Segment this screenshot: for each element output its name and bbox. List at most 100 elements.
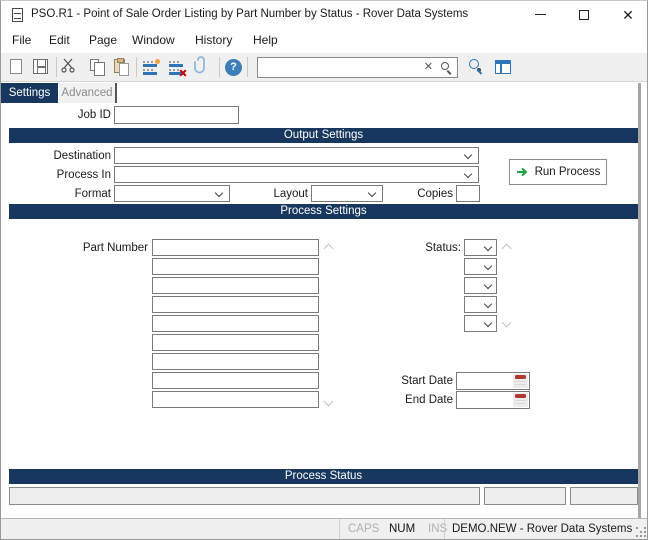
calendar-icon[interactable] [513, 374, 528, 388]
paste-button[interactable] [109, 56, 133, 79]
menu-edit[interactable]: Edit [49, 33, 70, 47]
chevron-down-icon [484, 281, 492, 289]
status-label: Status: [381, 242, 461, 254]
help-icon: ? [225, 59, 242, 76]
process-in-select[interactable] [114, 166, 479, 183]
status-bar: CAPS NUM INS DEMO.NEW - Rover Data Syste… [1, 518, 648, 540]
tab-settings[interactable]: Settings [1, 83, 58, 103]
part-number-input[interactable] [152, 353, 319, 370]
format-select[interactable] [114, 185, 230, 202]
window-layout-icon [495, 60, 511, 74]
chevron-down-icon [215, 189, 223, 197]
status-select[interactable] [464, 277, 497, 294]
layout-label: Layout [231, 188, 308, 200]
part-number-label: Part Number [1, 242, 148, 254]
part-number-input[interactable] [152, 277, 319, 294]
part-number-input[interactable] [152, 258, 319, 275]
window-layout-button[interactable] [491, 56, 515, 79]
start-date-field[interactable] [456, 372, 530, 390]
copy-button[interactable] [85, 56, 109, 79]
delete-row-button[interactable] [166, 56, 190, 79]
calendar-icon[interactable] [513, 393, 528, 407]
scroll-down-icon[interactable] [502, 318, 512, 328]
process-status-box-3 [570, 487, 638, 505]
chevron-down-icon [484, 300, 492, 308]
new-document-button[interactable] [5, 56, 29, 79]
menu-history[interactable]: History [195, 33, 232, 47]
tab-strip: Settings Advanced [1, 83, 648, 103]
chevron-down-icon [484, 262, 492, 270]
scroll-up-icon[interactable] [502, 244, 512, 254]
paste-icon [114, 59, 125, 73]
search-input[interactable] [260, 59, 420, 76]
right-edge-strip [638, 83, 641, 518]
process-status-header: Process Status [9, 469, 638, 484]
attach-button[interactable] [192, 56, 216, 79]
destination-select[interactable] [114, 147, 479, 164]
part-number-input[interactable] [152, 296, 319, 313]
process-in-label: Process In [1, 169, 111, 181]
menu-page[interactable]: Page [89, 33, 117, 47]
resize-grip[interactable] [636, 527, 646, 537]
layout-select[interactable] [311, 185, 383, 202]
process-settings-header: Process Settings [9, 204, 638, 219]
part-number-input[interactable] [152, 239, 319, 256]
minimize-icon [535, 14, 546, 15]
menu-file[interactable]: File [12, 33, 31, 47]
chevron-down-icon [368, 189, 376, 197]
toolbar-separator [56, 57, 57, 77]
copies-label: Copies [386, 188, 453, 200]
part-number-input[interactable] [152, 334, 319, 351]
status-scrollbar[interactable] [500, 239, 513, 332]
toolbar-separator [247, 57, 248, 77]
advanced-search-button[interactable] [465, 56, 489, 79]
tab-advanced[interactable]: Advanced [59, 83, 117, 103]
search-magnifier-icon[interactable] [441, 62, 449, 70]
job-id-input[interactable] [114, 106, 239, 124]
status-select[interactable] [464, 315, 497, 332]
insert-row-icon [143, 60, 160, 75]
session-label: DEMO.NEW - Rover Data Systems [452, 523, 632, 535]
document-icon [12, 8, 23, 22]
maximize-button[interactable] [563, 1, 605, 29]
job-id-label: Job ID [1, 109, 111, 121]
toolbar-search: ✕ [257, 57, 458, 78]
chevron-down-icon [464, 170, 472, 178]
save-button[interactable] [29, 56, 53, 79]
part-number-input[interactable] [152, 372, 319, 389]
advanced-search-icon [469, 59, 479, 69]
start-date-label: Start Date [331, 375, 453, 387]
menu-help[interactable]: Help [253, 33, 278, 47]
statusbar-separator [339, 519, 340, 540]
menu-window[interactable]: Window [132, 33, 175, 47]
insert-row-button[interactable] [140, 56, 164, 79]
run-arrow-icon [516, 167, 530, 177]
close-icon: ✕ [622, 7, 634, 23]
copies-input[interactable] [456, 185, 480, 202]
cut-button[interactable] [59, 56, 83, 79]
scroll-up-icon[interactable] [324, 244, 334, 254]
close-button[interactable]: ✕ [607, 1, 648, 29]
app-window: PSO.R1 - Point of Sale Order Listing by … [0, 0, 648, 540]
run-process-button[interactable]: Run Process [509, 159, 607, 185]
status-select[interactable] [464, 239, 497, 256]
status-list [464, 239, 497, 334]
search-clear-icon[interactable]: ✕ [424, 61, 433, 74]
chevron-down-icon [484, 243, 492, 251]
attachment-icon [192, 56, 209, 74]
toolbar-separator [136, 57, 137, 77]
format-label: Format [1, 188, 111, 200]
delete-row-icon [169, 60, 186, 75]
copy-icon [90, 59, 99, 71]
toolbar: ? ✕ [1, 53, 648, 82]
process-status-message-box [9, 487, 480, 505]
cut-icon [59, 56, 77, 75]
status-select[interactable] [464, 296, 497, 313]
new-document-icon [10, 59, 22, 74]
status-select[interactable] [464, 258, 497, 275]
part-number-input[interactable] [152, 315, 319, 332]
end-date-field[interactable] [456, 391, 530, 409]
help-button[interactable]: ? [222, 56, 246, 79]
part-number-input[interactable] [152, 391, 319, 408]
minimize-button[interactable] [519, 1, 561, 29]
